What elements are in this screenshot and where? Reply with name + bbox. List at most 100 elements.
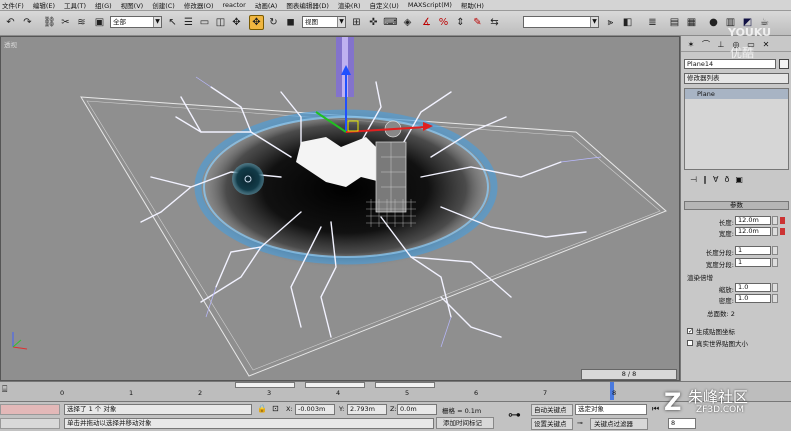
pivot-icon[interactable]: ⊞ [349, 15, 364, 30]
unlink-icon[interactable]: ✂ [58, 15, 73, 30]
layer-manager-icon[interactable]: ≣ [645, 15, 660, 30]
make-unique-icon[interactable]: ∀ [713, 175, 718, 187]
width-segs-spinner[interactable] [772, 258, 778, 267]
selection-filter-dropdown[interactable]: 全部 ▼ [110, 16, 162, 28]
time-slider[interactable]: 8 / 8 [581, 369, 677, 380]
rotate-tool-icon[interactable]: ↻ [266, 15, 281, 30]
object-color-swatch[interactable] [779, 59, 789, 69]
rect-selection-icon[interactable]: ▭ [197, 15, 212, 30]
menu-customize[interactable]: 自定义(U) [370, 0, 399, 10]
modifier-list-dropdown[interactable]: 修改器列表 [684, 73, 789, 84]
curve-editor-icon[interactable]: ▤ [667, 15, 682, 30]
perspective-viewport[interactable]: 透视 [0, 36, 680, 381]
z-coord-input[interactable]: 0.0m [397, 404, 437, 415]
configure-sets-icon[interactable]: ▣ [735, 175, 743, 187]
scale-spinner[interactable] [772, 283, 778, 292]
mirror-tool-icon[interactable]: ⫸ [603, 15, 618, 30]
ref-coord-dropdown[interactable]: 视图 ▼ [302, 16, 346, 28]
length-spinner[interactable] [772, 216, 778, 225]
scale-tool-icon[interactable]: ◼ [283, 15, 298, 30]
width-segs-label: 宽度分段: [705, 261, 734, 269]
menu-help[interactable]: 帮助(H) [461, 0, 484, 10]
redo-icon[interactable]: ↷ [20, 15, 35, 30]
select-object-icon[interactable]: ▣ [92, 15, 107, 30]
menu-modifiers[interactable]: 修改器(O) [184, 0, 214, 10]
go-to-start-icon[interactable]: ⏮ [652, 404, 659, 414]
select-by-name-icon[interactable]: ☰ [181, 15, 196, 30]
menu-edit[interactable]: 编辑(E) [33, 0, 55, 10]
length-segs-param: 长度分段: 1 [685, 246, 790, 257]
length-segs-spinner[interactable] [772, 246, 778, 255]
auto-key-button[interactable]: 自动关键点 [531, 404, 573, 416]
spinner-snap-icon[interactable]: ⇕ [453, 15, 468, 30]
stack-tools: ⊣ ∥ ∀ ð ▣ [684, 175, 789, 187]
x-coord-input[interactable]: -0.003m [295, 404, 335, 415]
key-marker-range [235, 382, 295, 388]
bind-space-warp-icon[interactable]: ≋ [74, 15, 89, 30]
width-input[interactable]: 12.0m [735, 227, 771, 236]
mirror-icon[interactable]: ⇆ [487, 15, 502, 30]
density-input[interactable]: 1.0 [735, 294, 771, 303]
menu-graph-editors[interactable]: 图表编辑器(D) [286, 0, 329, 10]
maxscript-output-mini[interactable] [0, 418, 60, 429]
link-icon[interactable]: ⛓ [42, 15, 57, 30]
selection-lock-icon[interactable]: 🔒 [257, 404, 267, 413]
key-icon[interactable]: ⊶ [508, 408, 521, 423]
width-segs-input[interactable]: 1 [735, 258, 771, 267]
angle-snap-icon[interactable]: ∡ [419, 15, 434, 30]
stack-item-plane[interactable]: Plane [685, 89, 788, 99]
parameters-rollout-header[interactable]: 参数 [684, 201, 789, 210]
viewport-label[interactable]: 透视 [4, 39, 17, 49]
density-spinner[interactable] [772, 294, 778, 303]
menu-maxscript[interactable]: MAXScript(M) [408, 1, 452, 9]
length-input[interactable]: 12.0m [735, 216, 771, 225]
menu-create[interactable]: 创建(C) [152, 0, 175, 10]
main-toolbar: ↶ ↷ ⛓ ✂ ≋ ▣ 全部 ▼ ↖ ☰ ▭ ◫ ✥ ✥ ↻ ◼ 视图 ▼ ⊞ … [0, 11, 791, 36]
trackbar-menu-icon[interactable]: ⌸ [2, 385, 7, 395]
absolute-mode-icon[interactable]: ⊡ [272, 404, 279, 413]
menu-reactor[interactable]: reactor [223, 1, 246, 9]
menu-views[interactable]: 视图(V) [121, 0, 144, 10]
percent-snap-icon[interactable]: % [436, 15, 451, 30]
window-crossing-icon[interactable]: ◫ [213, 15, 228, 30]
scale-input[interactable]: 1.0 [735, 283, 771, 292]
keyboard-shortcut-icon[interactable]: ⌨ [383, 15, 398, 30]
chevron-down-icon: ▼ [337, 17, 345, 27]
hierarchy-tab-icon[interactable]: ⊥ [714, 38, 728, 50]
add-time-tag-button[interactable]: 添加时间标记 [436, 417, 494, 429]
key-filter-icon[interactable]: ⊸ [577, 419, 583, 427]
menu-file[interactable]: 文件(F) [2, 0, 24, 10]
pin-stack-icon[interactable]: ⊣ [690, 175, 697, 187]
select-move-icon[interactable]: ✥ [229, 15, 244, 30]
maxscript-listener-mini[interactable] [0, 404, 60, 415]
menu-group[interactable]: 组(G) [95, 0, 112, 10]
named-selection-dropdown[interactable]: ▼ [523, 16, 599, 28]
menu-tools[interactable]: 工具(T) [64, 0, 86, 10]
zf3d-url: ZF3D.COM [696, 405, 744, 415]
menu-animation[interactable]: 动画(A) [255, 0, 278, 10]
select-arrow-icon[interactable]: ↖ [165, 15, 180, 30]
schematic-view-icon[interactable]: ▦ [684, 15, 699, 30]
edit-named-sel-icon[interactable]: ✎ [470, 15, 485, 30]
show-end-result-icon[interactable]: ∥ [703, 175, 707, 187]
ruler-label: 5 [405, 389, 410, 397]
width-spinner[interactable] [772, 227, 778, 236]
material-editor-icon[interactable]: ● [706, 15, 721, 30]
create-tab-icon[interactable]: ✶ [684, 38, 698, 50]
align-icon[interactable]: ◧ [620, 15, 635, 30]
length-segs-input[interactable]: 1 [735, 246, 771, 255]
move-tool-icon[interactable]: ✥ [249, 15, 264, 30]
set-key-button[interactable]: 设置关键点 [531, 418, 573, 430]
modify-tab-icon[interactable]: ⌒ [699, 38, 713, 50]
remove-modifier-icon[interactable]: ð [724, 175, 729, 187]
y-coord-input[interactable]: 2.793m [347, 404, 387, 415]
undo-icon[interactable]: ↶ [3, 15, 18, 30]
utilities-tab-icon[interactable]: ✕ [759, 38, 773, 50]
snap-icon[interactable]: ◈ [400, 15, 415, 30]
key-mode-dropdown[interactable]: 选定对象 [575, 404, 647, 415]
gen-map-coords-checkbox[interactable]: ✓ 生成贴图坐标 [687, 326, 735, 336]
real-world-map-checkbox[interactable]: 真实世界贴图大小 [687, 338, 748, 348]
manipulate-icon[interactable]: ✜ [366, 15, 381, 30]
menu-rendering[interactable]: 渲染(R) [338, 0, 361, 10]
key-filters-button[interactable]: 关键点过滤器 [590, 418, 648, 430]
